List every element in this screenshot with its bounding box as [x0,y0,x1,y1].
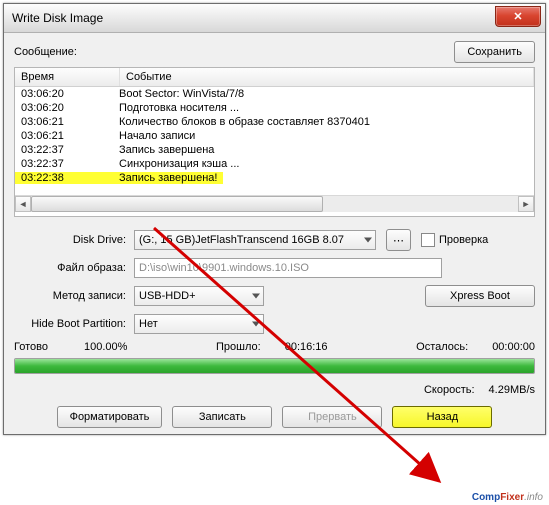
close-icon: ✕ [513,10,522,23]
log-time: 03:06:20 [15,102,113,114]
hide-boot-value: Нет [139,318,158,330]
image-file-field[interactable] [134,258,442,278]
verify-label: Проверка [439,234,488,246]
log-time: 03:06:20 [15,88,113,100]
verify-checkbox[interactable]: Проверка [421,233,488,247]
window-title: Write Disk Image [4,11,103,25]
message-label: Сообщение: [14,46,77,58]
disk-drive-combo[interactable]: (G:, 15 GB)JetFlashTranscend 16GB 8.07 [134,230,376,250]
progress-bar [14,358,535,374]
log-listview[interactable]: Время Событие 03:06:20Boot Sector: WinVi… [14,67,535,217]
log-time: 03:22:38 [15,172,113,184]
dialog-window: Write Disk Image ✕ Сообщение: Сохранить … [3,3,546,435]
abort-button[interactable]: Прервать [282,406,382,428]
checkbox-box-icon [421,233,435,247]
ready-label: Готово [14,341,48,353]
log-row[interactable]: 03:22:37Запись завершена [15,143,534,157]
log-event: Запись завершена! [113,172,223,184]
chevron-down-icon [364,238,372,243]
write-button[interactable]: Записать [172,406,272,428]
image-file-label: Файл образа: [14,262,134,274]
log-event: Подготовка носителя ... [113,102,534,114]
log-row[interactable]: 03:06:20Boot Sector: WinVista/7/8 [15,87,534,101]
elapsed-value: 00:16:16 [285,341,328,353]
log-event: Количество блоков в образе составляет 83… [113,116,534,128]
refresh-button[interactable]: ⋯ [386,229,411,251]
percent-value: 100.00% [84,341,127,353]
write-method-label: Метод записи: [14,290,134,302]
disk-drive-value: (G:, 15 GB)JetFlashTranscend 16GB 8.07 [139,234,344,246]
write-method-value: USB-HDD+ [139,290,196,302]
hide-boot-label: Hide Boot Partition: [14,318,134,330]
xpress-boot-button[interactable]: Xpress Boot [425,285,535,307]
log-row[interactable]: 03:06:21Начало записи [15,129,534,143]
col-time-header[interactable]: Время [15,68,120,86]
col-event-header[interactable]: Событие [120,68,534,86]
watermark: CompFixer.info [472,492,543,503]
log-time: 03:06:21 [15,116,113,128]
log-row[interactable]: 03:22:37Синхронизация кэша ... [15,157,534,171]
scroll-right-arrow-icon[interactable]: ► [518,196,534,212]
hide-boot-combo[interactable]: Нет [134,314,264,334]
log-event: Boot Sector: WinVista/7/8 [113,88,534,100]
log-time: 03:22:37 [15,158,113,170]
log-header: Время Событие [15,68,534,87]
log-row[interactable]: 03:06:20Подготовка носителя ... [15,101,534,115]
speed-label: Скорость: [424,384,475,396]
log-event: Запись завершена [113,144,534,156]
disk-drive-label: Disk Drive: [14,234,134,246]
save-button[interactable]: Сохранить [454,41,535,63]
scroll-left-arrow-icon[interactable]: ◄ [15,196,31,212]
chevron-down-icon [252,294,260,299]
remain-value: 00:00:00 [492,341,535,353]
log-time: 03:22:37 [15,144,113,156]
progress-fill [15,359,534,373]
remain-label: Осталось: [416,341,468,353]
speed-value: 4.29MB/s [489,384,535,396]
log-row[interactable]: 03:22:38Запись завершена! [15,171,534,185]
chevron-down-icon [252,322,260,327]
log-event: Синхронизация кэша ... [113,158,534,170]
horizontal-scrollbar[interactable]: ◄ ► [15,195,534,212]
back-button[interactable]: Назад [392,406,492,428]
format-button[interactable]: Форматировать [57,406,163,428]
scroll-thumb[interactable] [31,196,323,212]
log-time: 03:06:21 [15,130,113,142]
titlebar[interactable]: Write Disk Image ✕ [4,4,545,33]
write-method-combo[interactable]: USB-HDD+ [134,286,264,306]
log-event: Начало записи [113,130,534,142]
close-button[interactable]: ✕ [495,6,541,27]
elapsed-label: Прошло: [216,341,261,353]
log-row[interactable]: 03:06:21Количество блоков в образе соста… [15,115,534,129]
